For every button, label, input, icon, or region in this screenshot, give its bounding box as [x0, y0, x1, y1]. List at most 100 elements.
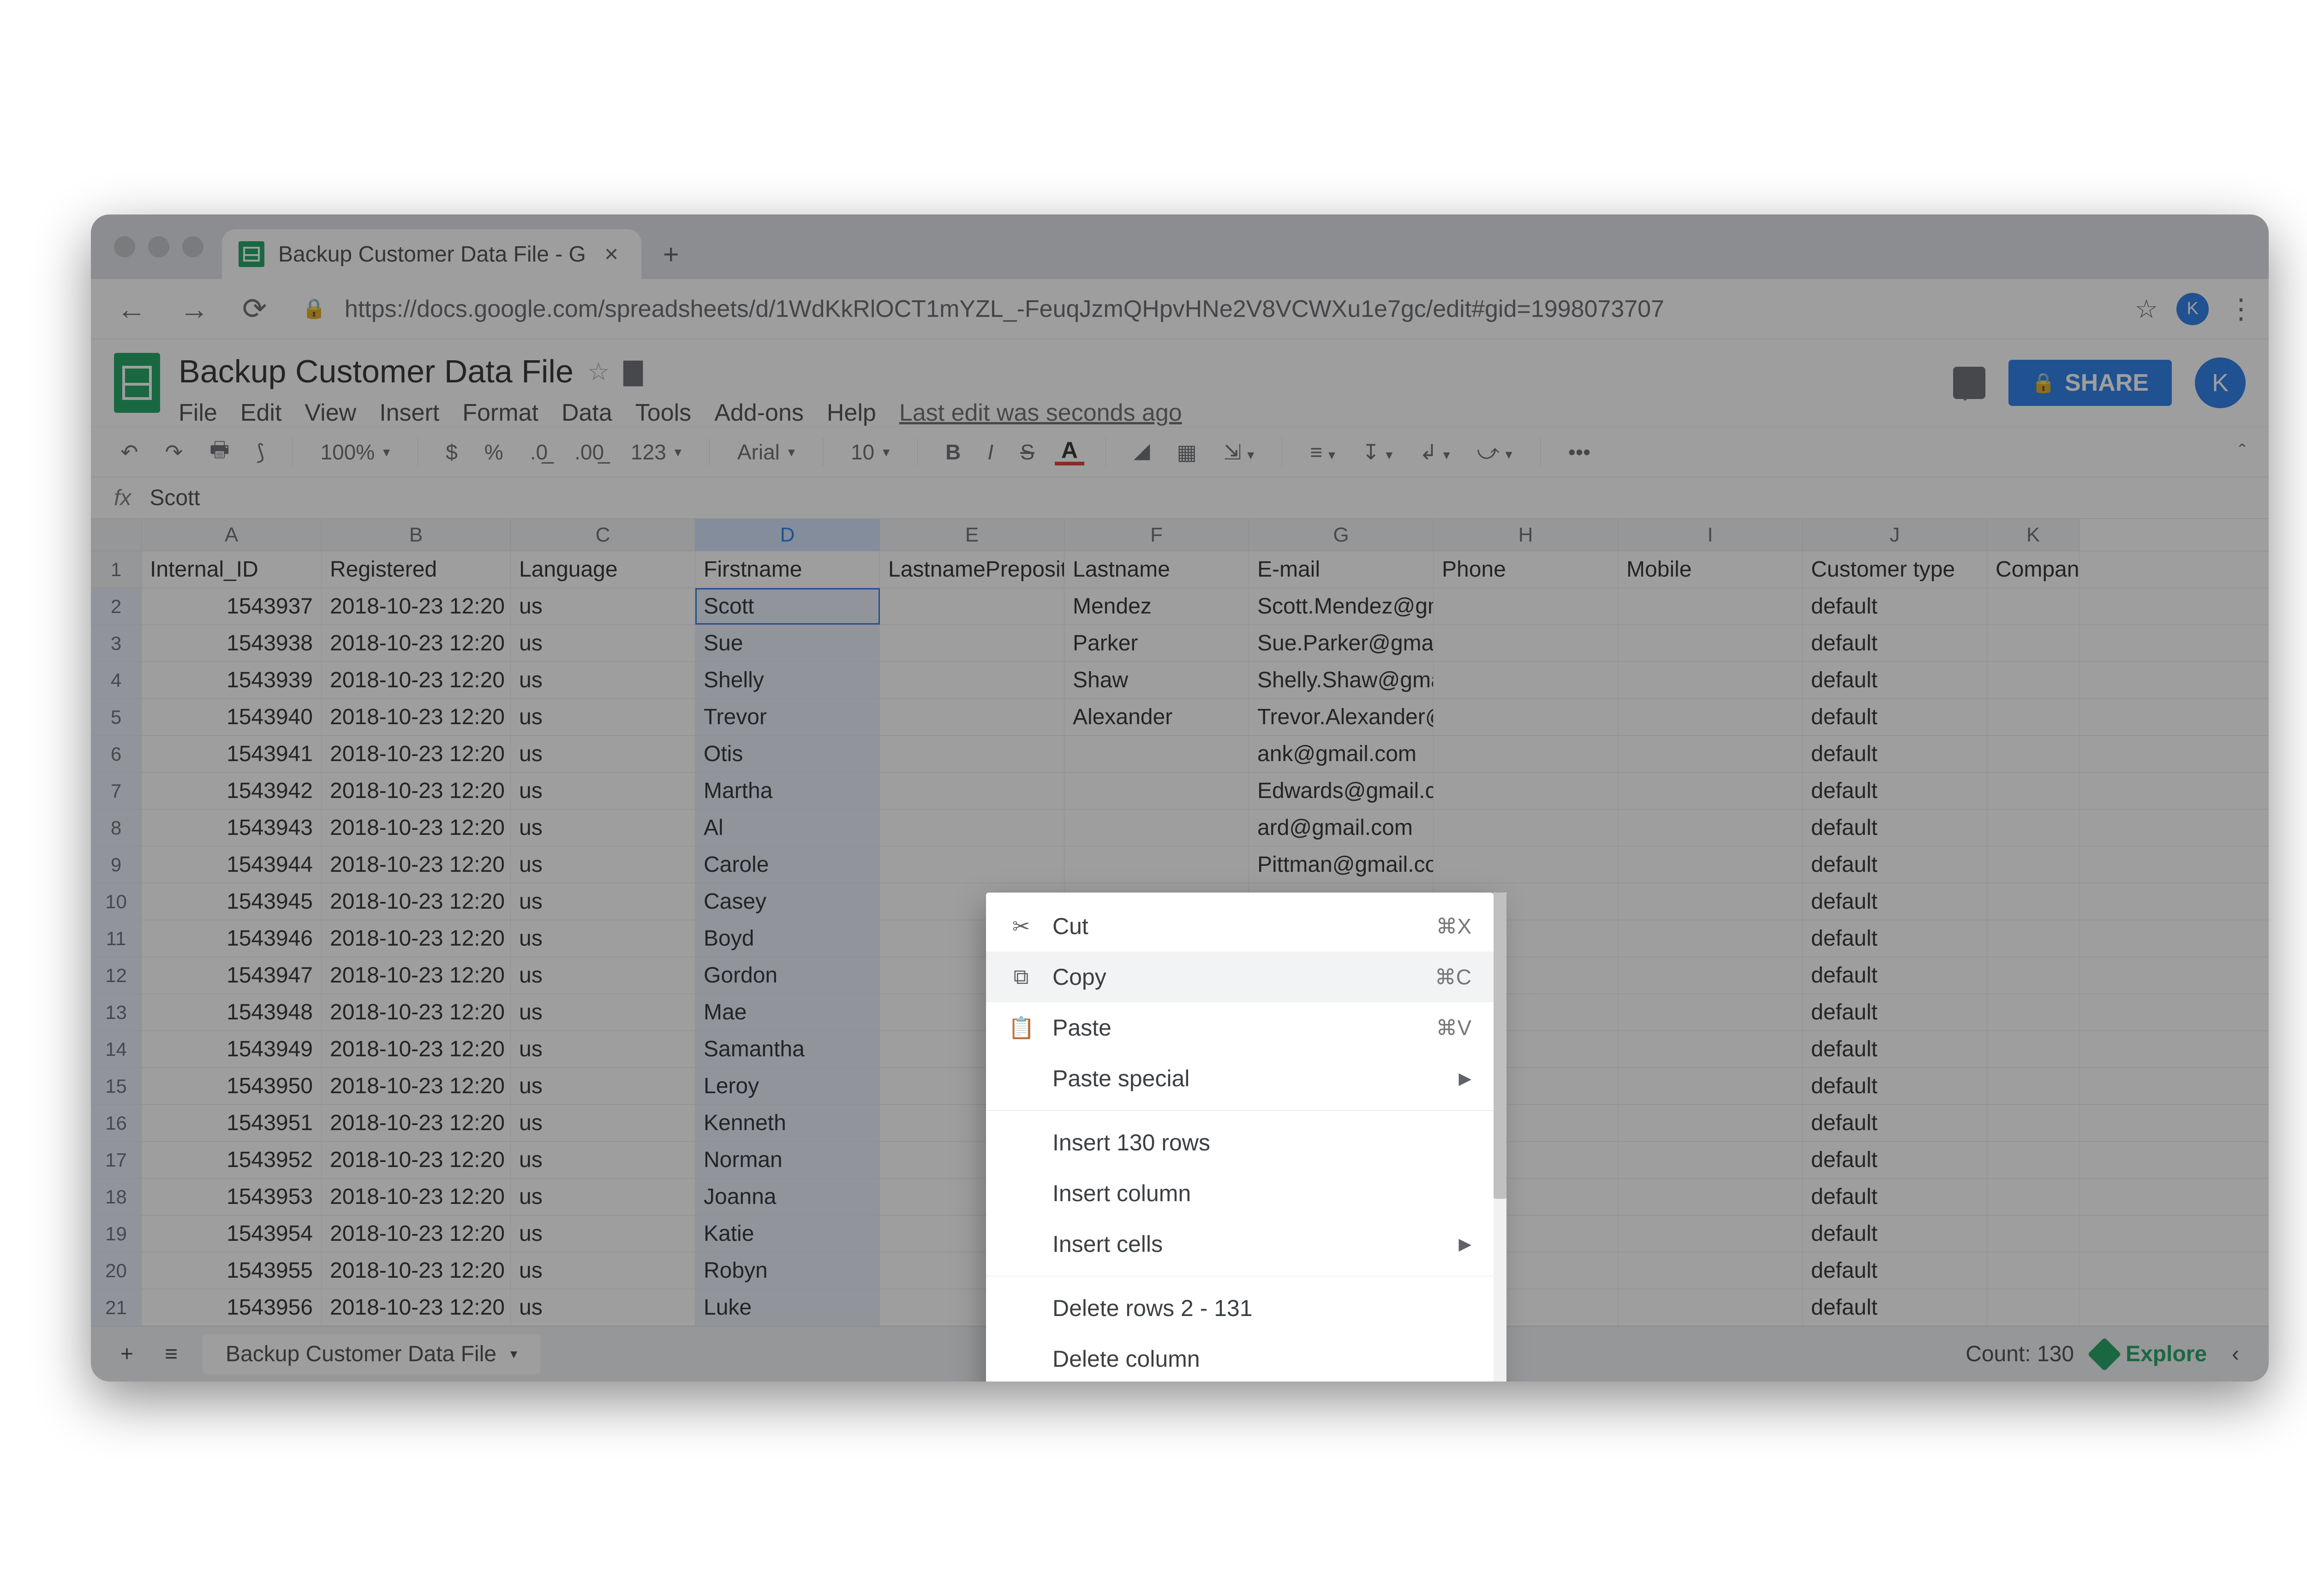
- cell[interactable]: [1618, 920, 1803, 957]
- cell[interactable]: 2018-10-23 12:20: [322, 1068, 511, 1104]
- row-header[interactable]: 3: [91, 625, 142, 661]
- menu-help[interactable]: Help: [827, 399, 876, 427]
- cell[interactable]: 2018-10-23 12:20: [322, 883, 511, 920]
- cell[interactable]: [880, 846, 1064, 883]
- cell[interactable]: Internal_ID: [142, 551, 322, 588]
- cell[interactable]: ard@gmail.com: [1249, 810, 1434, 846]
- star-doc-icon[interactable]: ☆: [587, 357, 610, 386]
- cell[interactable]: Shelly: [695, 662, 880, 698]
- cell[interactable]: [1434, 736, 1618, 772]
- cell[interactable]: Boyd: [695, 920, 880, 957]
- cell[interactable]: 2018-10-23 12:20: [322, 736, 511, 772]
- cell[interactable]: default: [1803, 846, 1987, 883]
- cell[interactable]: [880, 736, 1064, 772]
- cell[interactable]: Alexander: [1064, 699, 1249, 735]
- cell[interactable]: 2018-10-23 12:20: [322, 662, 511, 698]
- col-header-B[interactable]: B: [322, 519, 511, 551]
- cell[interactable]: us: [511, 1215, 695, 1252]
- cell[interactable]: default: [1803, 957, 1987, 994]
- col-header-J[interactable]: J: [1803, 519, 1987, 551]
- cell[interactable]: [1618, 1105, 1803, 1141]
- cell[interactable]: 2018-10-23 12:20: [322, 625, 511, 661]
- cell[interactable]: Samantha: [695, 1031, 880, 1067]
- selection-count[interactable]: Count: 130: [1966, 1341, 2074, 1367]
- window-min-icon[interactable]: [148, 236, 169, 257]
- redo-button[interactable]: ↷: [159, 440, 190, 465]
- lock-icon[interactable]: 🔒: [302, 298, 326, 320]
- format-percent-button[interactable]: %: [478, 440, 510, 465]
- cell[interactable]: Joanna: [695, 1179, 880, 1215]
- cell[interactable]: 1543937: [142, 588, 322, 625]
- cell[interactable]: default: [1803, 588, 1987, 625]
- cell[interactable]: [1987, 736, 2080, 772]
- col-header-D[interactable]: D: [695, 519, 880, 551]
- cell[interactable]: us: [511, 1031, 695, 1067]
- tab-close-icon[interactable]: ×: [600, 240, 623, 268]
- cell[interactable]: default: [1803, 1142, 1987, 1178]
- row-header[interactable]: 16: [91, 1105, 142, 1141]
- chrome-menu-icon[interactable]: ⋮: [2227, 293, 2250, 325]
- cell[interactable]: default: [1803, 1215, 1987, 1252]
- cell[interactable]: us: [511, 994, 695, 1030]
- more-toolbar-button[interactable]: •••: [1562, 440, 1597, 465]
- bold-button[interactable]: B: [939, 440, 967, 465]
- cell[interactable]: us: [511, 699, 695, 735]
- cell[interactable]: 1543947: [142, 957, 322, 994]
- reload-button[interactable]: ⟳: [235, 292, 275, 326]
- side-panel-toggle[interactable]: ‹: [2225, 1341, 2246, 1367]
- row-header[interactable]: 7: [91, 773, 142, 809]
- window-close-icon[interactable]: [114, 236, 135, 257]
- row-header[interactable]: 9: [91, 846, 142, 883]
- row-header[interactable]: 11: [91, 920, 142, 957]
- cell[interactable]: 1543942: [142, 773, 322, 809]
- row-header[interactable]: 10: [91, 883, 142, 920]
- cell[interactable]: 2018-10-23 12:20: [322, 920, 511, 957]
- cell[interactable]: [1618, 1031, 1803, 1067]
- cell[interactable]: 2018-10-23 12:20: [322, 1289, 511, 1326]
- cell[interactable]: 2018-10-23 12:20: [322, 1142, 511, 1178]
- cell[interactable]: [1618, 736, 1803, 772]
- cell[interactable]: default: [1803, 994, 1987, 1030]
- row-header[interactable]: 21: [91, 1289, 142, 1326]
- cell[interactable]: 1543946: [142, 920, 322, 957]
- ctx-insert-cells[interactable]: Insert cells ▶: [986, 1219, 1494, 1269]
- cell[interactable]: [1434, 588, 1618, 625]
- row-header[interactable]: 19: [91, 1215, 142, 1252]
- menu-format[interactable]: Format: [462, 399, 538, 427]
- cell[interactable]: 1543952: [142, 1142, 322, 1178]
- add-sheet-button[interactable]: +: [114, 1341, 140, 1367]
- col-header-F[interactable]: F: [1064, 519, 1249, 551]
- forward-button[interactable]: →: [172, 292, 216, 326]
- cell[interactable]: [1987, 773, 2080, 809]
- comments-icon[interactable]: [1953, 367, 1985, 399]
- cell[interactable]: us: [511, 883, 695, 920]
- row-header[interactable]: 12: [91, 957, 142, 994]
- cell[interactable]: [1987, 588, 2080, 625]
- cell[interactable]: [1987, 920, 2080, 957]
- valign-button[interactable]: ↧ ▾: [1356, 440, 1399, 465]
- star-icon[interactable]: ☆: [2135, 294, 2158, 324]
- cell[interactable]: default: [1803, 1068, 1987, 1104]
- sheet-tab-menu-icon[interactable]: ▾: [510, 1346, 517, 1362]
- row-header[interactable]: 6: [91, 736, 142, 772]
- cell[interactable]: 1543939: [142, 662, 322, 698]
- cell[interactable]: Casey: [695, 883, 880, 920]
- number-format-select[interactable]: 123▾: [624, 440, 688, 465]
- cell[interactable]: us: [511, 1068, 695, 1104]
- cell[interactable]: Norman: [695, 1142, 880, 1178]
- cell[interactable]: [1987, 1105, 2080, 1141]
- cell[interactable]: [1987, 846, 2080, 883]
- cell[interactable]: 1543955: [142, 1252, 322, 1289]
- sheet-tab[interactable]: Backup Customer Data File ▾: [203, 1334, 540, 1374]
- wrap-button[interactable]: ↲ ▾: [1413, 440, 1456, 465]
- cell[interactable]: Luke: [695, 1289, 880, 1326]
- italic-button[interactable]: I: [981, 440, 1000, 465]
- cell[interactable]: ank@gmail.com: [1249, 736, 1434, 772]
- cell[interactable]: Sue.Parker@gmail.com: [1249, 625, 1434, 661]
- cell[interactable]: 1543945: [142, 883, 322, 920]
- cell[interactable]: us: [511, 625, 695, 661]
- menu-view[interactable]: View: [305, 399, 356, 427]
- cell[interactable]: Edwards@gmail.com: [1249, 773, 1434, 809]
- cell[interactable]: [1987, 662, 2080, 698]
- cell[interactable]: 2018-10-23 12:20: [322, 810, 511, 846]
